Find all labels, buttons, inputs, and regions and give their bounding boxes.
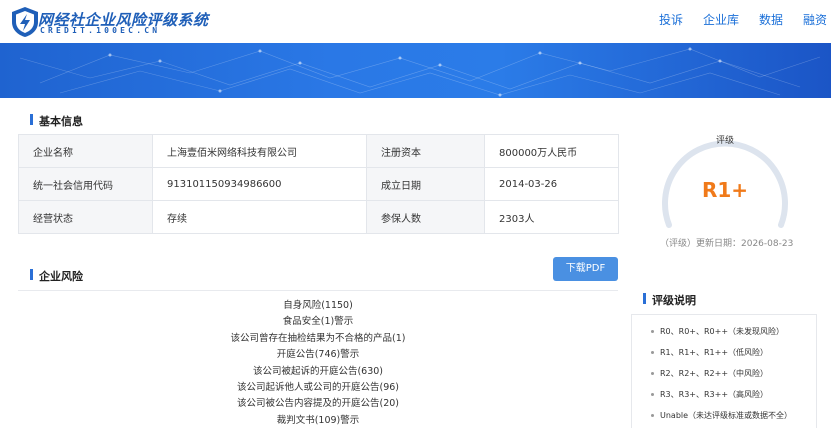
founded-date-label: 成立日期 <box>366 167 485 201</box>
legend-text: R3、R3+、R3++（高风险） <box>660 390 769 399</box>
header: 网经社企业风险评级系统 CREDIT.100EC.CN 投诉 企业库 数据 融资 <box>0 0 831 43</box>
brand-subtitle: CREDIT.100EC.CN <box>40 26 161 35</box>
table-row: 统一社会信用代码 913101150934986600 成立日期 2014-03… <box>18 167 619 201</box>
credit-code-label: 统一社会信用代码 <box>18 167 153 201</box>
risk-title: 企业风险 <box>30 268 83 284</box>
list-item: R2、R2+、R2++（中风险） <box>632 363 816 384</box>
top-nav: 投诉 企业库 数据 融资 <box>659 11 831 28</box>
insured-count-label: 参保人数 <box>366 200 485 234</box>
list-item[interactable]: 裁判文书(109)警示 <box>18 413 618 429</box>
risk-list: 自身风险(1150) 食品安全(1)警示 该公司曾存在抽检结果为不合格的产品(1… <box>18 298 618 429</box>
company-name-value: 上海壹佰米网络科技有限公司 <box>152 134 367 168</box>
rating-gauge: 评级 R1+ <box>655 125 795 235</box>
list-item: Unable（未达评级标准或数据不全） <box>632 405 816 426</box>
list-item[interactable]: 该公司被公告内容提及的开庭公告(20) <box>18 396 618 412</box>
legend-text: R0、R0+、R0++（未发现风险） <box>660 327 785 336</box>
business-status-label: 经营状态 <box>18 200 153 234</box>
list-item: R1、R1+、R1++（低风险） <box>632 342 816 363</box>
registered-capital-label: 注册资本 <box>366 134 485 168</box>
credit-code-value: 913101150934986600 <box>152 167 367 201</box>
nav-company-library[interactable]: 企业库 <box>703 11 739 28</box>
rating-legend-title: 评级说明 <box>643 292 696 308</box>
nav-financing[interactable]: 融资 <box>803 11 827 28</box>
basic-info-table: 企业名称 上海壹佰米网络科技有限公司 注册资本 800000万人民币 统一社会信… <box>18 134 619 234</box>
basic-info-title: 基本信息 <box>30 113 83 129</box>
list-item: R3、R3+、R3++（高风险） <box>632 384 816 405</box>
list-item[interactable]: 自身风险(1150) <box>18 298 618 314</box>
list-item[interactable]: 该公司曾存在抽检结果为不合格的产品(1) <box>18 331 618 347</box>
list-item[interactable]: 该公司起诉他人或公司的开庭公告(96) <box>18 380 618 396</box>
download-pdf-button[interactable]: 下载PDF <box>553 257 618 281</box>
rating-update-date: （评级）更新日期：2026-08-23 <box>660 239 794 249</box>
table-row: 经营状态 存续 参保人数 2303人 <box>18 200 619 234</box>
rating-legend: R0、R0+、R0++（未发现风险） R1、R1+、R1++（低风险） R2、R… <box>631 314 817 428</box>
registered-capital-value: 800000万人民币 <box>484 134 619 168</box>
founded-date-value: 2014-03-26 <box>484 167 619 201</box>
legend-text: Unable（未达评级标准或数据不全） <box>660 411 793 420</box>
list-item: R0、R0+、R0++（未发现风险） <box>632 321 816 342</box>
banner <box>0 43 831 98</box>
table-row: 企业名称 上海壹佰米网络科技有限公司 注册资本 800000万人民币 <box>18 134 619 168</box>
nav-data[interactable]: 数据 <box>759 11 783 28</box>
shield-logo-icon[interactable] <box>8 5 42 39</box>
business-status-value: 存续 <box>152 200 367 234</box>
company-name-label: 企业名称 <box>18 134 153 168</box>
network-map-decoration <box>19 47 821 97</box>
list-item[interactable]: 食品安全(1)警示 <box>18 314 618 330</box>
nav-complaint[interactable]: 投诉 <box>659 11 683 28</box>
insured-count-value: 2303人 <box>484 200 619 234</box>
list-item[interactable]: 该公司被起诉的开庭公告(630) <box>18 364 618 380</box>
rating-label: 评级 <box>715 136 734 146</box>
list-item[interactable]: 开庭公告(746)警示 <box>18 347 618 363</box>
legend-text: R1、R1+、R1++（低风险） <box>660 348 769 357</box>
rating-value: R1+ <box>701 178 749 202</box>
legend-text: R2、R2+、R2++（中风险） <box>660 369 769 378</box>
divider <box>18 290 618 291</box>
